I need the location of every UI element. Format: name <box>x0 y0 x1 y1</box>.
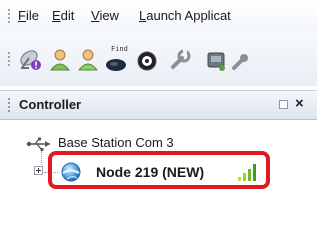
menu-launch-rest: aunch Applicat <box>146 8 231 23</box>
highlight-box <box>48 151 270 189</box>
controller-panel-header: Controller × <box>0 90 317 120</box>
record-icon[interactable] <box>133 46 161 74</box>
menu-edit[interactable]: Edit <box>52 7 74 25</box>
close-icon[interactable]: × <box>295 95 304 113</box>
toolbar-grip[interactable] <box>8 52 10 68</box>
menu-view-rest: iew <box>99 8 119 23</box>
tree-item-label: Base Station Com 3 <box>58 135 174 150</box>
menu-launch-applications[interactable]: Launch Applicat <box>139 7 231 25</box>
tool-icon[interactable] <box>230 46 258 74</box>
panel-title: Controller <box>19 97 82 112</box>
panel-grip[interactable] <box>8 98 10 112</box>
find-label: Find <box>111 45 128 53</box>
satellite-dish-icon[interactable] <box>16 46 44 74</box>
user-icon[interactable] <box>46 46 74 74</box>
restore-icon[interactable] <box>279 100 288 109</box>
menu-bar: File Edit View Launch Applicat <box>0 0 317 32</box>
menu-edit-rest: dit <box>60 8 75 23</box>
user-icon[interactable] <box>74 46 102 74</box>
menu-file-mnemonic: F <box>18 8 26 23</box>
menu-file[interactable]: File <box>18 7 39 25</box>
find-icon[interactable]: Find <box>102 45 130 74</box>
wrench-icon[interactable] <box>166 46 194 74</box>
expand-icon[interactable] <box>34 166 43 175</box>
menu-file-rest: ile <box>25 8 39 23</box>
menu-view[interactable]: View <box>91 7 119 25</box>
toolbar: Find <box>0 32 317 86</box>
menu-grip[interactable] <box>8 9 10 23</box>
device-icon[interactable] <box>202 46 230 74</box>
menu-edit-mnemonic: E <box>52 8 61 23</box>
tree-connector-line <box>41 151 43 165</box>
usb-connector-icon <box>26 137 50 152</box>
